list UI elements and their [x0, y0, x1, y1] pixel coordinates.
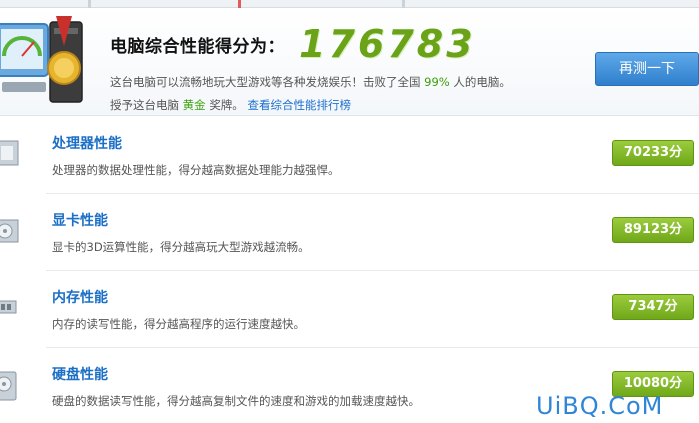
description-text: 人的电脑。: [453, 75, 511, 89]
description-text: 这台电脑可以流畅地玩大型游戏等各种发烧娱乐！击败了全国: [110, 75, 421, 89]
item-name: 显卡性能: [52, 213, 108, 229]
list-item-cpu: 处理器性能 处理器的数据处理性能，得分越高数据处理能力越强悍。 70233分: [0, 117, 699, 194]
list-item-memory: 内存性能 内存的读写性能，得分越高程序的运行速度越快。 7347分: [0, 271, 699, 348]
item-name: 内存性能: [52, 290, 108, 306]
score-badge: 7347分: [612, 294, 694, 320]
beat-percent: 99%: [424, 75, 450, 89]
medal-level: 黄金: [182, 98, 206, 112]
cpu-icon: [0, 140, 19, 166]
computer-medal-icon: [0, 16, 83, 103]
medal-text: 奖牌。: [209, 98, 244, 112]
tab-strip: [0, 0, 699, 8]
item-description: 硬盘的数据读写性能，得分越高复制文件的速度和游戏的加载速度越快。: [52, 394, 420, 408]
item-description: 显卡的3D运算性能，得分越高玩大型游戏越流畅。: [52, 240, 310, 254]
item-description: 内存的读写性能，得分越高程序的运行速度越快。: [52, 317, 305, 331]
score-header: 电脑综合性能得分为： 176783 这台电脑可以流畅地玩大型游戏等各种发烧娱乐！…: [0, 8, 699, 116]
score-badge: 89123分: [612, 217, 694, 243]
graphics-card-icon: [0, 219, 19, 243]
retest-button[interactable]: 再测一下: [595, 52, 699, 86]
list-item-graphics: 显卡性能 显卡的3D运算性能，得分越高玩大型游戏越流畅。 89123分: [0, 194, 699, 271]
hard-disk-icon: [0, 371, 17, 401]
item-name: 处理器性能: [52, 136, 122, 152]
ranking-link[interactable]: 查看综合性能排行榜: [247, 98, 351, 112]
item-name: 硬盘性能: [52, 367, 108, 383]
tab-edge[interactable]: [402, 0, 405, 8]
memory-icon: [0, 300, 17, 314]
watermark: UiBQ.CoM: [536, 392, 664, 420]
score-badge: 70233分: [612, 140, 694, 166]
medal-description: 授予这台电脑 黄金 奖牌。 查看综合性能排行榜: [110, 97, 351, 113]
tab-edge[interactable]: [88, 0, 91, 8]
tab-edge-active[interactable]: [238, 0, 241, 8]
score-title-row: 电脑综合性能得分为： 176783: [110, 22, 476, 66]
item-description: 处理器的数据处理性能，得分越高数据处理能力越强悍。: [52, 163, 340, 177]
score-description: 这台电脑可以流畅地玩大型游戏等各种发烧娱乐！击败了全国 99% 人的电脑。: [110, 74, 511, 90]
medal-text: 授予这台电脑: [110, 98, 179, 112]
total-score: 176783: [299, 22, 476, 66]
score-title: 电脑综合性能得分为：: [110, 36, 285, 57]
